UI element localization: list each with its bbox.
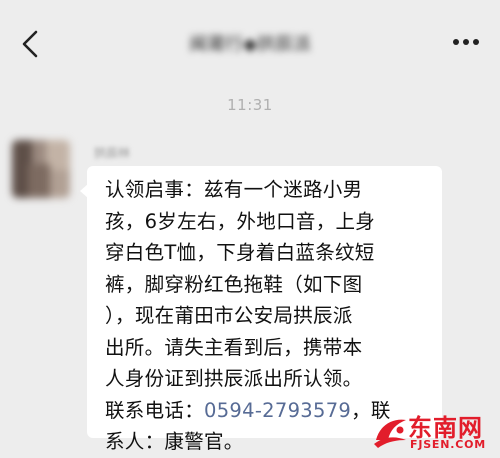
bubble-tail bbox=[80, 184, 88, 198]
chevron-left-icon bbox=[22, 30, 38, 58]
more-button[interactable] bbox=[448, 30, 484, 54]
more-dots-icon bbox=[453, 39, 479, 45]
fjsen-logo-icon bbox=[374, 419, 406, 448]
watermark-domain: FJSEN.COM bbox=[410, 438, 486, 451]
sender-name: 拱辰林 bbox=[94, 146, 131, 160]
message-line: 孩，6岁左右，外地口音，上身 bbox=[105, 209, 376, 233]
message-line: 穿白色T恤，下身着白蓝条纹短 bbox=[105, 241, 375, 264]
time-divider: 11:31 bbox=[227, 96, 273, 114]
back-button[interactable] bbox=[14, 26, 50, 62]
avatar[interactable] bbox=[12, 140, 70, 198]
phone-number-link[interactable]: 0594-2793579 bbox=[204, 399, 351, 422]
message-line: 裤，脚穿粉红色拖鞋（如下图 bbox=[105, 272, 363, 296]
chat-title: 闽莆行◆拱辰派 bbox=[189, 34, 311, 55]
contact-prefix: 联系电话： bbox=[105, 398, 205, 422]
message-line: 认领启事：兹有一个迷路小男 bbox=[105, 178, 363, 201]
site-watermark: 东南网 FJSEN.COM bbox=[370, 408, 498, 454]
message-bubble[interactable]: 认领启事：兹有一个迷路小男 孩，6岁左右，外地口音，上身 穿白色T恤，下身着白蓝… bbox=[80, 166, 442, 453]
message-line: ），现在莆田市公安局拱辰派 bbox=[105, 304, 353, 327]
message-line: 人身份证到拱辰派出所认领。 bbox=[105, 367, 363, 390]
message-line: 出所。请失主看到后，携带本 bbox=[105, 335, 363, 359]
chat-header: 闽莆行◆拱辰派 bbox=[0, 0, 500, 82]
